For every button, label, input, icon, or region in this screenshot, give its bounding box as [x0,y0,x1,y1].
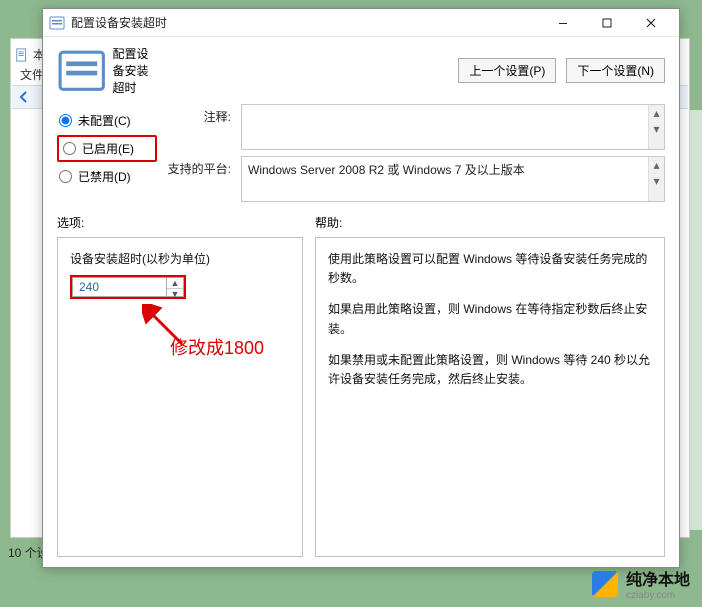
help-paragraph-1: 使用此策略设置可以配置 Windows 等待设备安装任务完成的秒数。 [328,250,652,288]
policy-icon [49,15,65,31]
help-label: 帮助: [315,214,665,231]
config-middle: 未配置(C) 已启用(E) 已禁用(D) 注释: ▴ ▾ [43,102,679,210]
prev-setting-button[interactable]: 上一个设置(P) [458,58,556,83]
dialog-title: 配置设备安装超时 [71,14,541,31]
spinner-up-button[interactable]: ▲ [167,278,183,289]
radio-enabled-label: 已启用(E) [82,140,134,157]
help-paragraph-3: 如果禁用或未配置此策略设置，则 Windows 等待 240 秒以允许设备安装任… [328,351,652,389]
titlebar: 配置设备安装超时 [43,9,679,37]
policy-subtitle-icon [57,46,106,95]
platform-scrollbar[interactable]: ▴ ▾ [648,157,664,201]
scroll-down-icon[interactable]: ▾ [649,121,664,137]
policy-dialog: 配置设备安装超时 配置设备安装超时 上一个设置(P) 下一个设置(N) 未配置(… [42,8,680,568]
radio-column: 未配置(C) 已启用(E) 已禁用(D) [57,104,157,202]
timeout-input[interactable] [72,277,166,297]
radio-not-configured-input[interactable] [59,114,72,127]
radio-disabled[interactable]: 已禁用(D) [57,164,157,189]
watermark-text-cn: 纯净本地 [626,566,690,590]
comment-box[interactable]: ▴ ▾ [241,104,665,150]
back-arrow-icon[interactable] [16,89,32,105]
background-window-title: 本 [15,46,45,63]
maximize-button[interactable] [585,9,629,37]
scroll-up-icon[interactable]: ▴ [649,157,664,173]
radio-enabled[interactable]: 已启用(E) [57,135,157,162]
scroll-down-icon[interactable]: ▾ [649,173,664,189]
watermark: 纯净本地 czlaby.com [592,566,690,601]
minimize-icon [558,18,568,28]
comment-scrollbar[interactable]: ▴ ▾ [648,105,664,149]
document-icon [15,48,29,62]
comment-label: 注释: [167,104,231,150]
watermark-logo-icon [592,571,618,597]
spinner-buttons: ▲ ▼ [166,277,184,297]
meta-column: 注释: ▴ ▾ 支持的平台: Windows Server 2008 R2 或 … [167,104,665,202]
platform-value: Windows Server 2008 R2 或 Windows 7 及以上版本 [248,163,525,177]
scroll-up-icon[interactable]: ▴ [649,105,664,121]
spinner-down-button[interactable]: ▼ [167,289,183,299]
close-button[interactable] [629,9,673,37]
dialog-subtitle: 配置设备安装超时 [112,45,159,96]
options-pane: 设备安装超时(以秒为单位) ▲ ▼ 修改成1800 [57,237,303,557]
section-labels: 选项: 帮助: [43,210,679,233]
radio-disabled-label: 已禁用(D) [78,168,131,185]
panes-row: 设备安装超时(以秒为单位) ▲ ▼ 修改成1800 使用此策略设置可以配置 Wi… [43,233,679,567]
annotation-text: 修改成1800 [170,334,264,360]
header-row: 配置设备安装超时 上一个设置(P) 下一个设置(N) [43,37,679,102]
maximize-icon [602,18,612,28]
radio-not-configured[interactable]: 未配置(C) [57,108,157,133]
help-paragraph-2: 如果启用此策略设置，则 Windows 在等待指定秒数后终止安装。 [328,300,652,338]
timeout-spinner[interactable]: ▲ ▼ [70,275,186,299]
options-label: 选项: [57,214,303,231]
background-right-strip [690,110,702,530]
radio-not-configured-label: 未配置(C) [78,112,131,129]
close-icon [646,18,656,28]
minimize-button[interactable] [541,9,585,37]
background-menu-file[interactable]: 文件 [20,66,44,83]
next-setting-button[interactable]: 下一个设置(N) [566,58,665,83]
watermark-text-en: czlaby.com [626,590,690,601]
radio-enabled-input[interactable] [63,142,76,155]
platform-box: Windows Server 2008 R2 或 Windows 7 及以上版本… [241,156,665,202]
radio-disabled-input[interactable] [59,170,72,183]
platform-label: 支持的平台: [167,156,231,202]
timeout-field-label: 设备安装超时(以秒为单位) [70,250,290,267]
help-pane: 使用此策略设置可以配置 Windows 等待设备安装任务完成的秒数。 如果启用此… [315,237,665,557]
